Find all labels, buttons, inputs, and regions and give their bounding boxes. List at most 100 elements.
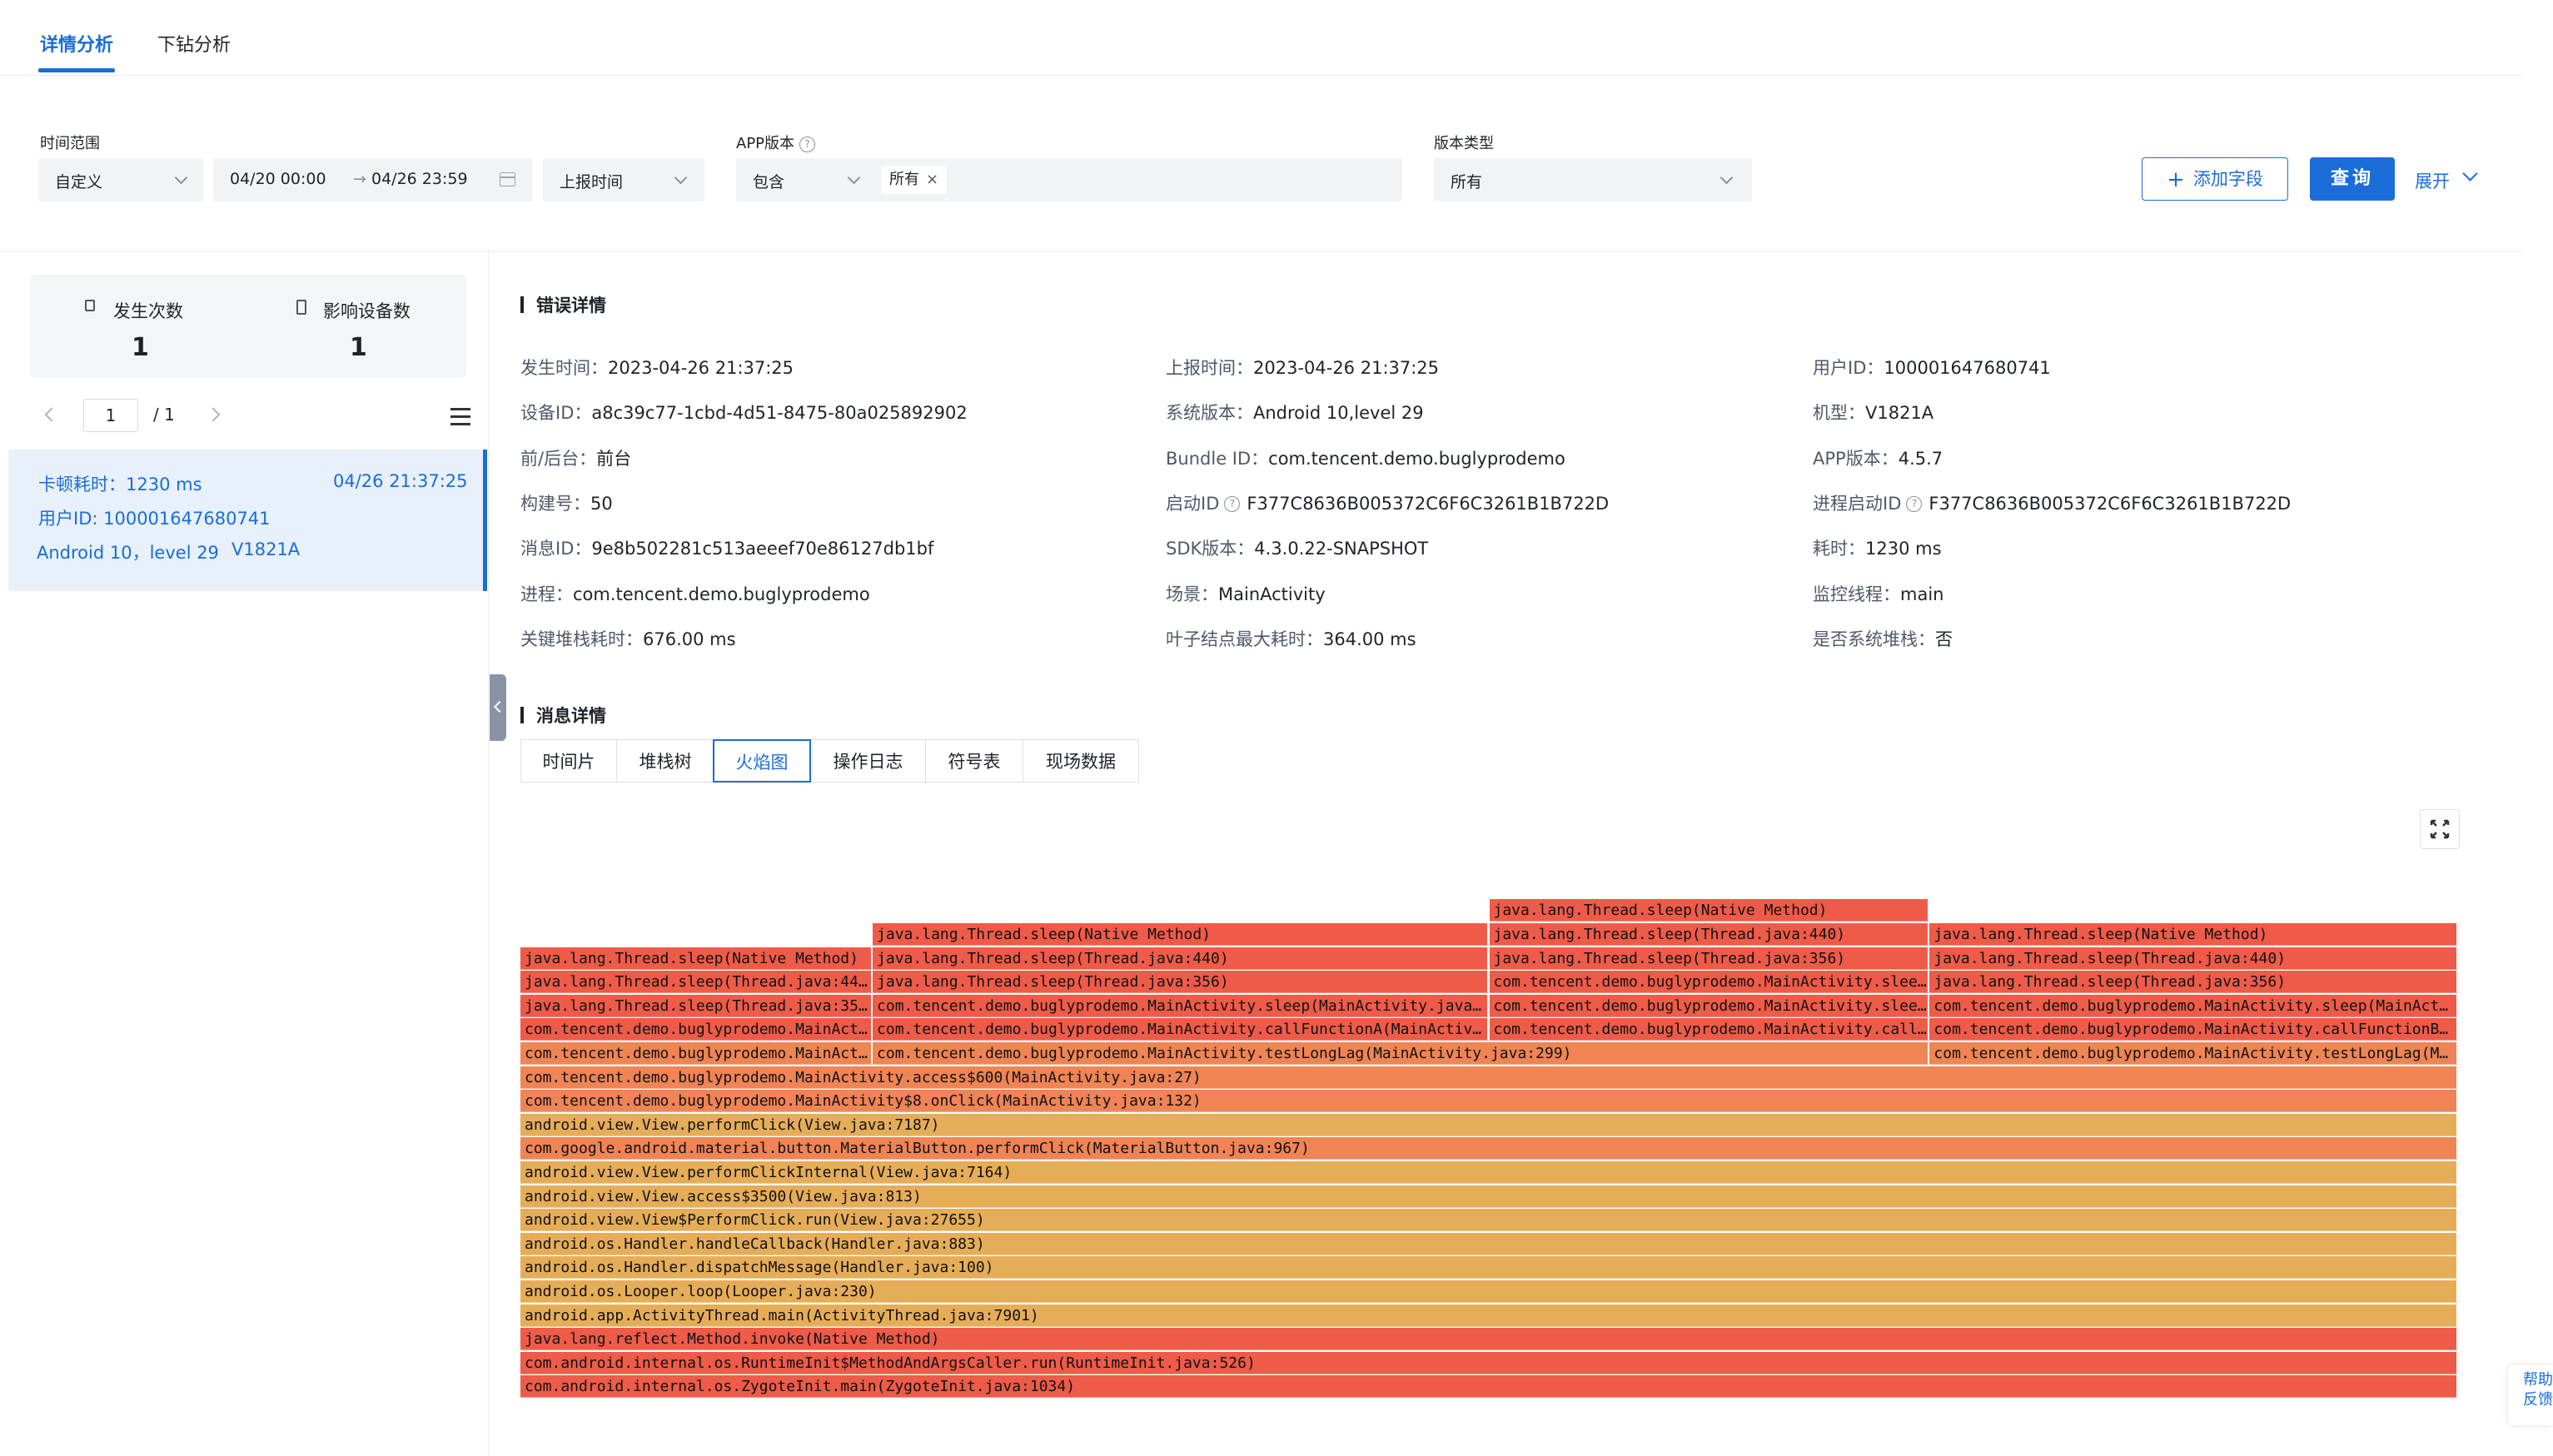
- chevron-down-icon: [847, 171, 861, 185]
- flame-frame[interactable]: java.lang.Thread.sleep(Thread.java:356): [1929, 971, 2458, 994]
- app-version-label: APP版本?: [736, 132, 816, 153]
- flame-frame[interactable]: java.lang.Thread.sleep(Thread.java:356): [1489, 947, 1930, 970]
- flame-frame[interactable]: com.tencent.demo.buglyprodemo.MainActivi…: [520, 1018, 873, 1041]
- tab-drilldown-analysis[interactable]: 下钻分析: [157, 30, 231, 57]
- stats-card: 发生次数 1 影响设备数 1: [30, 275, 466, 378]
- flame-frame[interactable]: java.lang.Thread.sleep(Thread.java:356): [520, 994, 873, 1017]
- tab-detail-analysis[interactable]: 详情分析: [40, 30, 113, 57]
- chevron-down-icon[interactable]: [2462, 166, 2478, 181]
- add-field-button[interactable]: + 添加字段: [2142, 157, 2288, 201]
- flame-frame[interactable]: android.os.Looper.loop(Looper.java:230): [520, 1280, 2458, 1303]
- detail-field-key: 进程：: [520, 584, 573, 604]
- detail-field-key: 是否系统堆栈：: [1813, 629, 1935, 649]
- flame-frame[interactable]: android.app.ActivityThread.main(Activity…: [520, 1304, 2458, 1327]
- flame-frame[interactable]: com.tencent.demo.buglyprodemo.MainActivi…: [1929, 994, 2458, 1017]
- subtab-operation-log[interactable]: 操作日志: [810, 739, 926, 783]
- detail-field-value: 4.3.0.22-SNAPSHOT: [1254, 539, 1429, 559]
- chevron-down-icon: [674, 171, 688, 185]
- flame-frame[interactable]: android.view.View.access$3500(View.java:…: [520, 1185, 2458, 1208]
- detail-field-key: 系统版本：: [1166, 403, 1253, 424]
- occurrence-count-value: 1: [132, 333, 149, 362]
- close-icon[interactable]: ×: [926, 171, 938, 188]
- flame-frame[interactable]: com.tencent.demo.buglyprodemo.MainActivi…: [1489, 994, 1930, 1017]
- time-field-select[interactable]: 上报时间: [543, 158, 704, 201]
- prev-page-icon[interactable]: [44, 407, 59, 422]
- time-range-label: 时间范围: [40, 135, 100, 152]
- detail-field-value: 2023-04-26 21:37:25: [608, 358, 794, 378]
- expand-toggle[interactable]: 展开: [2415, 168, 2450, 193]
- subtab-symbol-table[interactable]: 符号表: [925, 739, 1023, 783]
- flame-frame[interactable]: com.tencent.demo.buglyprodemo.MainActivi…: [873, 1042, 1930, 1065]
- help-feedback-button[interactable]: 帮助 反馈: [2508, 1365, 2553, 1425]
- detail-field-value: MainActivity: [1218, 584, 1326, 604]
- subtab-stack-tree[interactable]: 堆栈树: [616, 739, 714, 783]
- detail-field-value: F377C8636B005372C6F6C3261B1B722D: [1928, 493, 2292, 514]
- page-number-input[interactable]: 1: [83, 399, 138, 432]
- flame-frame[interactable]: java.lang.Thread.sleep(Native Method): [873, 923, 1490, 946]
- flame-frame[interactable]: com.tencent.demo.buglyprodemo.MainActivi…: [1489, 1018, 1930, 1041]
- flame-frame[interactable]: java.lang.Thread.sleep(Native Method): [1929, 923, 2458, 946]
- flame-frame[interactable]: java.lang.Thread.sleep(Thread.java:356): [873, 971, 1490, 994]
- detail-field-value: 50: [590, 493, 613, 514]
- app-version-filter[interactable]: 包含: [736, 158, 1402, 201]
- flame-frame[interactable]: android.os.Handler.handleCallback(Handle…: [520, 1232, 2458, 1255]
- flame-frame[interactable]: java.lang.Thread.sleep(Thread.java:440): [520, 971, 873, 994]
- flame-frame[interactable]: java.lang.Thread.sleep(Thread.java:440): [873, 947, 1490, 970]
- subtab-flame-graph[interactable]: 火焰图: [713, 739, 811, 783]
- page-total: / 1: [153, 405, 175, 425]
- flame-frame[interactable]: com.tencent.demo.buglyprodemo.MainActivi…: [873, 1018, 1490, 1041]
- help-icon[interactable]: ?: [1906, 496, 1923, 513]
- section-marker: [520, 296, 524, 313]
- list-item-user: 用户ID: 100001647680741: [38, 509, 271, 529]
- query-button[interactable]: 查询: [2310, 157, 2395, 201]
- next-page-icon[interactable]: [206, 407, 221, 422]
- flame-frame[interactable]: android.os.Handler.dispatchMessage(Handl…: [520, 1256, 2458, 1280]
- flame-frame[interactable]: com.tencent.demo.buglyprodemo.MainActivi…: [1929, 1042, 2458, 1065]
- detail-field-value: Android 10,level 29: [1253, 403, 1424, 424]
- flame-frame[interactable]: java.lang.Thread.sleep(Native Method): [520, 947, 873, 970]
- flame-frame[interactable]: java.lang.Thread.sleep(Native Method): [1489, 899, 1930, 922]
- app-version-operator[interactable]: 包含: [753, 170, 784, 192]
- calendar-icon: [500, 172, 515, 186]
- detail-field: 叶子结点最大耗时：364.00 ms: [1166, 626, 1416, 651]
- detail-field-key: 启动ID: [1166, 493, 1220, 514]
- device-icon: [296, 300, 306, 315]
- flame-frame[interactable]: com.tencent.demo.buglyprodemo.MainActivi…: [1489, 971, 1930, 994]
- detail-field: 前/后台：前台: [520, 445, 631, 470]
- detail-field-key: 叶子结点最大耗时：: [1166, 629, 1323, 649]
- detail-field-key: Bundle ID：: [1166, 448, 1269, 469]
- flame-frame[interactable]: com.android.internal.os.RuntimeInit$Meth…: [520, 1351, 2458, 1374]
- subtab-time-slice[interactable]: 时间片: [520, 739, 617, 783]
- help-icon[interactable]: ?: [1224, 496, 1241, 513]
- detail-field-key: 上报时间：: [1166, 358, 1253, 378]
- flame-frame[interactable]: com.android.internal.os.ZygoteInit.main(…: [520, 1375, 2458, 1399]
- flame-frame[interactable]: com.google.android.material.button.Mater…: [520, 1137, 2458, 1160]
- flame-frame[interactable]: android.view.View$PerformClick.run(View.…: [520, 1209, 2458, 1232]
- app-version-tag[interactable]: 所有 ×: [881, 166, 948, 194]
- time-range-select[interactable]: 自定义: [38, 158, 203, 201]
- date-end: 04/26 23:59: [371, 170, 468, 188]
- flame-frame[interactable]: android.view.View.performClick(View.java…: [520, 1113, 2458, 1136]
- flame-frame[interactable]: com.tencent.demo.buglyprodemo.MainActivi…: [520, 1090, 2458, 1113]
- flame-frame[interactable]: java.lang.reflect.Method.invoke(Native M…: [520, 1328, 2458, 1351]
- detail-field: 系统版本：Android 10,level 29: [1166, 400, 1424, 425]
- flame-frame[interactable]: com.tencent.demo.buglyprodemo.MainActivi…: [873, 994, 1490, 1017]
- flame-frame[interactable]: com.tencent.demo.buglyprodemo.MainActivi…: [520, 1042, 873, 1065]
- detail-field-value: F377C8636B005372C6F6C3261B1B722D: [1247, 493, 1610, 514]
- collapse-panel-handle[interactable]: [490, 674, 506, 741]
- version-type-value: 所有: [1451, 173, 1483, 191]
- detail-field-key: 机型：: [1813, 403, 1865, 424]
- flame-frame[interactable]: com.tencent.demo.buglyprodemo.MainActivi…: [520, 1066, 2458, 1089]
- subtab-scene-data[interactable]: 现场数据: [1023, 739, 1139, 783]
- help-label: 帮助: [2523, 1371, 2553, 1389]
- detail-field-key: 进程启动ID: [1813, 493, 1902, 514]
- fullscreen-button[interactable]: [2420, 809, 2460, 849]
- flame-frame[interactable]: java.lang.Thread.sleep(Thread.java:440): [1489, 923, 1930, 946]
- version-type-select[interactable]: 所有: [1434, 158, 1752, 201]
- flame-frame[interactable]: java.lang.Thread.sleep(Thread.java:440): [1929, 947, 2458, 970]
- help-icon[interactable]: ?: [799, 136, 816, 152]
- list-item[interactable]: 卡顿耗时：1230 ms 04/26 21:37:25 用户ID: 100001…: [8, 450, 487, 591]
- flame-frame[interactable]: com.tencent.demo.buglyprodemo.MainActivi…: [1929, 1018, 2458, 1041]
- date-range-picker[interactable]: 04/20 00:00 → 04/26 23:59: [213, 158, 533, 201]
- flame-frame[interactable]: android.view.View.performClickInternal(V…: [520, 1161, 2458, 1184]
